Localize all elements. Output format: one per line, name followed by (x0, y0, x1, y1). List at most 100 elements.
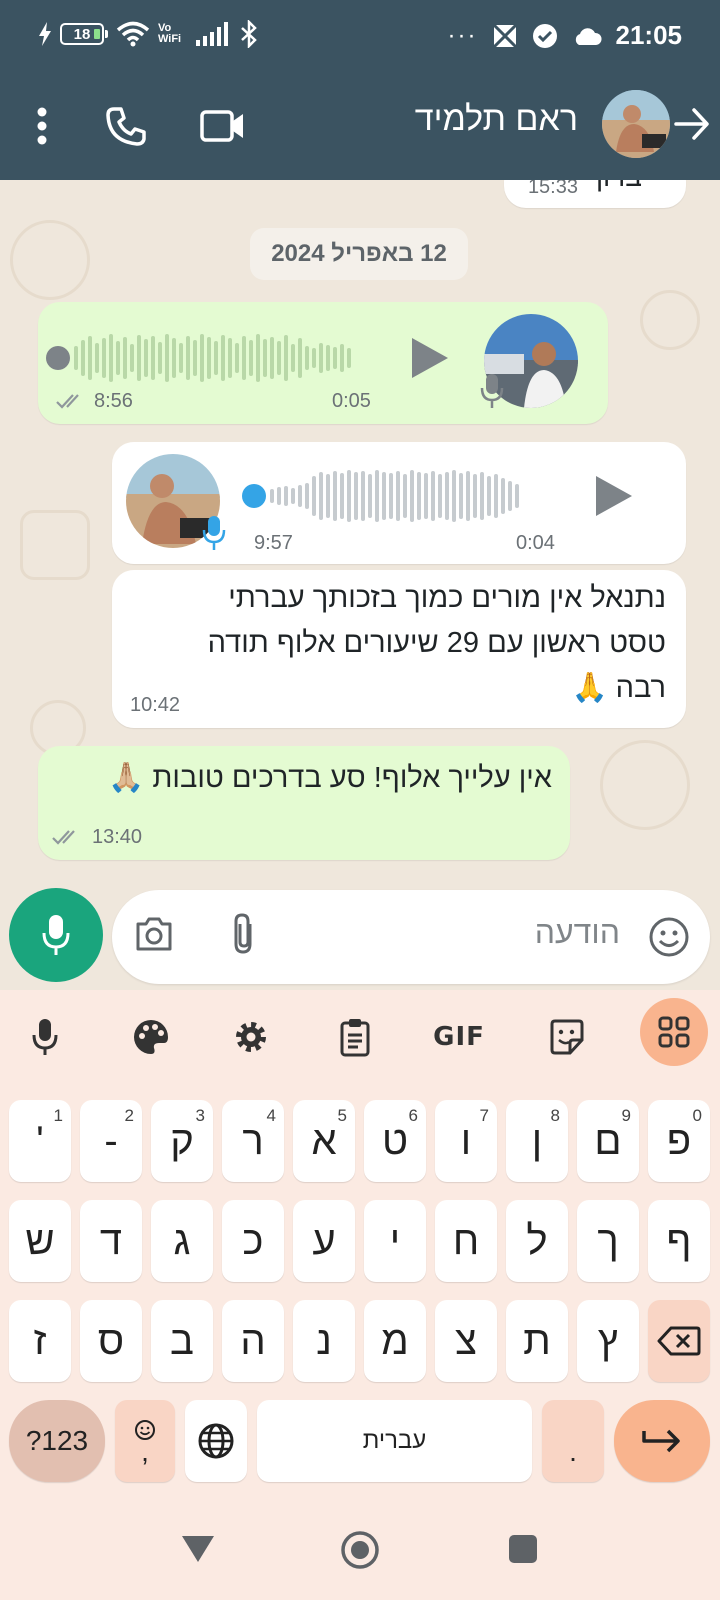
no-sim-icon (492, 23, 517, 48)
status-right: ··· 21:05 (448, 20, 682, 51)
key-apostrophe[interactable]: ' 1 (9, 1100, 71, 1182)
backspace-key[interactable] (648, 1300, 710, 1382)
palette-icon (134, 1020, 168, 1054)
status-bar: 18 Vo WiFi ··· 21:05 (0, 20, 720, 60)
key-tsadi[interactable]: צ (435, 1300, 497, 1382)
language-key[interactable] (185, 1400, 247, 1482)
key-hyphen[interactable]: -2 (80, 1100, 142, 1182)
enter-icon (642, 1429, 680, 1453)
symbols-key[interactable]: ?123 (9, 1400, 105, 1482)
key-he[interactable]: ה (222, 1300, 284, 1382)
key-vav[interactable]: ו7 (435, 1100, 497, 1182)
clipboard-key[interactable] (330, 1012, 380, 1062)
chat-area[interactable]: ברוך 15:33 12 באפריל 2024 (0, 180, 720, 980)
audio-progress-knob[interactable] (46, 346, 70, 370)
key-nun-sofit[interactable]: ן8 (506, 1100, 568, 1182)
settings-key[interactable] (226, 1012, 276, 1062)
key-kaf-sofit[interactable]: ך (577, 1200, 639, 1282)
prev-message-bubble[interactable]: ברוך 15:33 (504, 180, 686, 208)
back-nav-icon[interactable] (180, 1532, 216, 1564)
audio-duration: 0:05 (332, 390, 371, 412)
record-voice-button[interactable] (9, 888, 103, 982)
key-pe-sofit[interactable]: ף (648, 1200, 710, 1282)
key-kuf[interactable]: ק3 (151, 1100, 213, 1182)
key-zayin[interactable]: ז (9, 1300, 71, 1382)
key-tet[interactable]: ט6 (364, 1100, 426, 1182)
status-left: 18 Vo WiFi (38, 20, 258, 48)
audio-duration: 0:04 (516, 532, 555, 554)
voice-message-outgoing[interactable]: 0:05 8:56 (38, 302, 608, 424)
period-key[interactable]: . (542, 1400, 604, 1482)
message-time: 15:33 (527, 180, 578, 198)
apps-key[interactable] (640, 998, 708, 1066)
voice-call-icon[interactable] (106, 106, 146, 146)
space-key[interactable]: עברית (257, 1400, 532, 1482)
voice-input-key[interactable] (20, 1012, 70, 1062)
message-time: 8:56 (94, 390, 133, 412)
contact-avatar[interactable] (602, 90, 670, 158)
recents-nav-icon[interactable] (508, 1534, 538, 1564)
message-composer[interactable]: הודעה (112, 890, 710, 984)
key-tsadi-sofit[interactable]: ץ (577, 1300, 639, 1382)
camera-icon[interactable] (134, 916, 174, 952)
key-het[interactable]: ח (435, 1200, 497, 1282)
key-dalet[interactable]: ד (80, 1200, 142, 1282)
more-options-icon[interactable] (32, 106, 52, 146)
key-mem[interactable]: מ (364, 1300, 426, 1382)
key-yod[interactable]: י (364, 1200, 426, 1282)
audio-progress-knob[interactable] (242, 484, 266, 508)
read-receipt-icon (56, 394, 79, 409)
key-resh[interactable]: ר4 (222, 1100, 284, 1182)
key-ayin[interactable]: ע (293, 1200, 355, 1282)
mic-icon (480, 374, 504, 408)
back-arrow-icon[interactable] (674, 104, 710, 144)
sticker-icon (550, 1019, 584, 1055)
globe-icon (198, 1423, 234, 1459)
contact-name[interactable]: ראם תלמיד (415, 100, 578, 139)
battery-level: 18 (73, 25, 91, 43)
bluetooth-icon (241, 20, 257, 48)
play-icon[interactable] (412, 338, 448, 378)
message-time: 13:40 (92, 826, 143, 848)
play-icon[interactable] (596, 476, 632, 516)
message-input[interactable]: הודעה (535, 914, 620, 951)
attachment-icon[interactable] (230, 912, 258, 956)
home-nav-icon[interactable] (340, 1530, 380, 1570)
battery-indicator: 18 (60, 23, 108, 45)
audio-waveform[interactable] (74, 330, 351, 386)
theme-key[interactable] (126, 1012, 176, 1062)
key-kaf[interactable]: כ (222, 1200, 284, 1282)
key-pe[interactable]: פ0 (648, 1100, 710, 1182)
key-samekh[interactable]: ס (80, 1300, 142, 1382)
emoji-comma-key[interactable]: , (115, 1400, 175, 1482)
gif-key[interactable]: GIF (433, 1012, 485, 1062)
keyboard-toolbar: GIF (0, 990, 720, 1086)
key-mem-sofit[interactable]: ם9 (577, 1100, 639, 1182)
voice-message-incoming[interactable]: 9:57 0:04 (112, 442, 686, 564)
text-message-incoming[interactable]: נתנאל אין מורים כמוך בזכותך עברתי טסט רא… (112, 570, 686, 728)
navigation-bar (0, 1510, 720, 1600)
date-separator: 12 באפריל 2024 (250, 228, 468, 280)
clipboard-icon (340, 1019, 370, 1057)
sticker-key[interactable] (542, 1012, 592, 1062)
enter-key[interactable] (614, 1400, 710, 1482)
chat-header: ראם תלמיד (0, 86, 720, 166)
prev-message-text: ברוך (588, 180, 642, 199)
key-alef[interactable]: א5 (293, 1100, 355, 1182)
text-message-outgoing[interactable]: אין עלייך אלוף! סע בדרכים טובות 🙏🏼 13:40 (38, 746, 570, 860)
key-tav[interactable]: ת (506, 1300, 568, 1382)
key-bet[interactable]: ב (151, 1300, 213, 1382)
emoji-icon[interactable] (648, 916, 690, 958)
wifi-icon (116, 21, 150, 47)
key-lamed[interactable]: ל (506, 1200, 568, 1282)
audio-waveform[interactable] (270, 468, 519, 524)
top-bar: 18 Vo WiFi ··· 21:05 ראם תלמיד (0, 0, 720, 180)
keyboard: GIF פ0 ם9 ן8 ו7 ט6 א5 ר4 ק3 -2 ' 1 ף ך ל… (0, 990, 720, 1600)
key-shin[interactable]: ש (9, 1200, 71, 1282)
grid-icon (658, 1016, 690, 1048)
message-text: אין עלייך אלוף! סע בדרכים טובות 🙏🏼 (108, 762, 552, 794)
key-nun[interactable]: נ (293, 1300, 355, 1382)
key-gimel[interactable]: ג (151, 1200, 213, 1282)
gif-label: GIF (433, 1022, 485, 1052)
video-call-icon[interactable] (200, 106, 246, 146)
